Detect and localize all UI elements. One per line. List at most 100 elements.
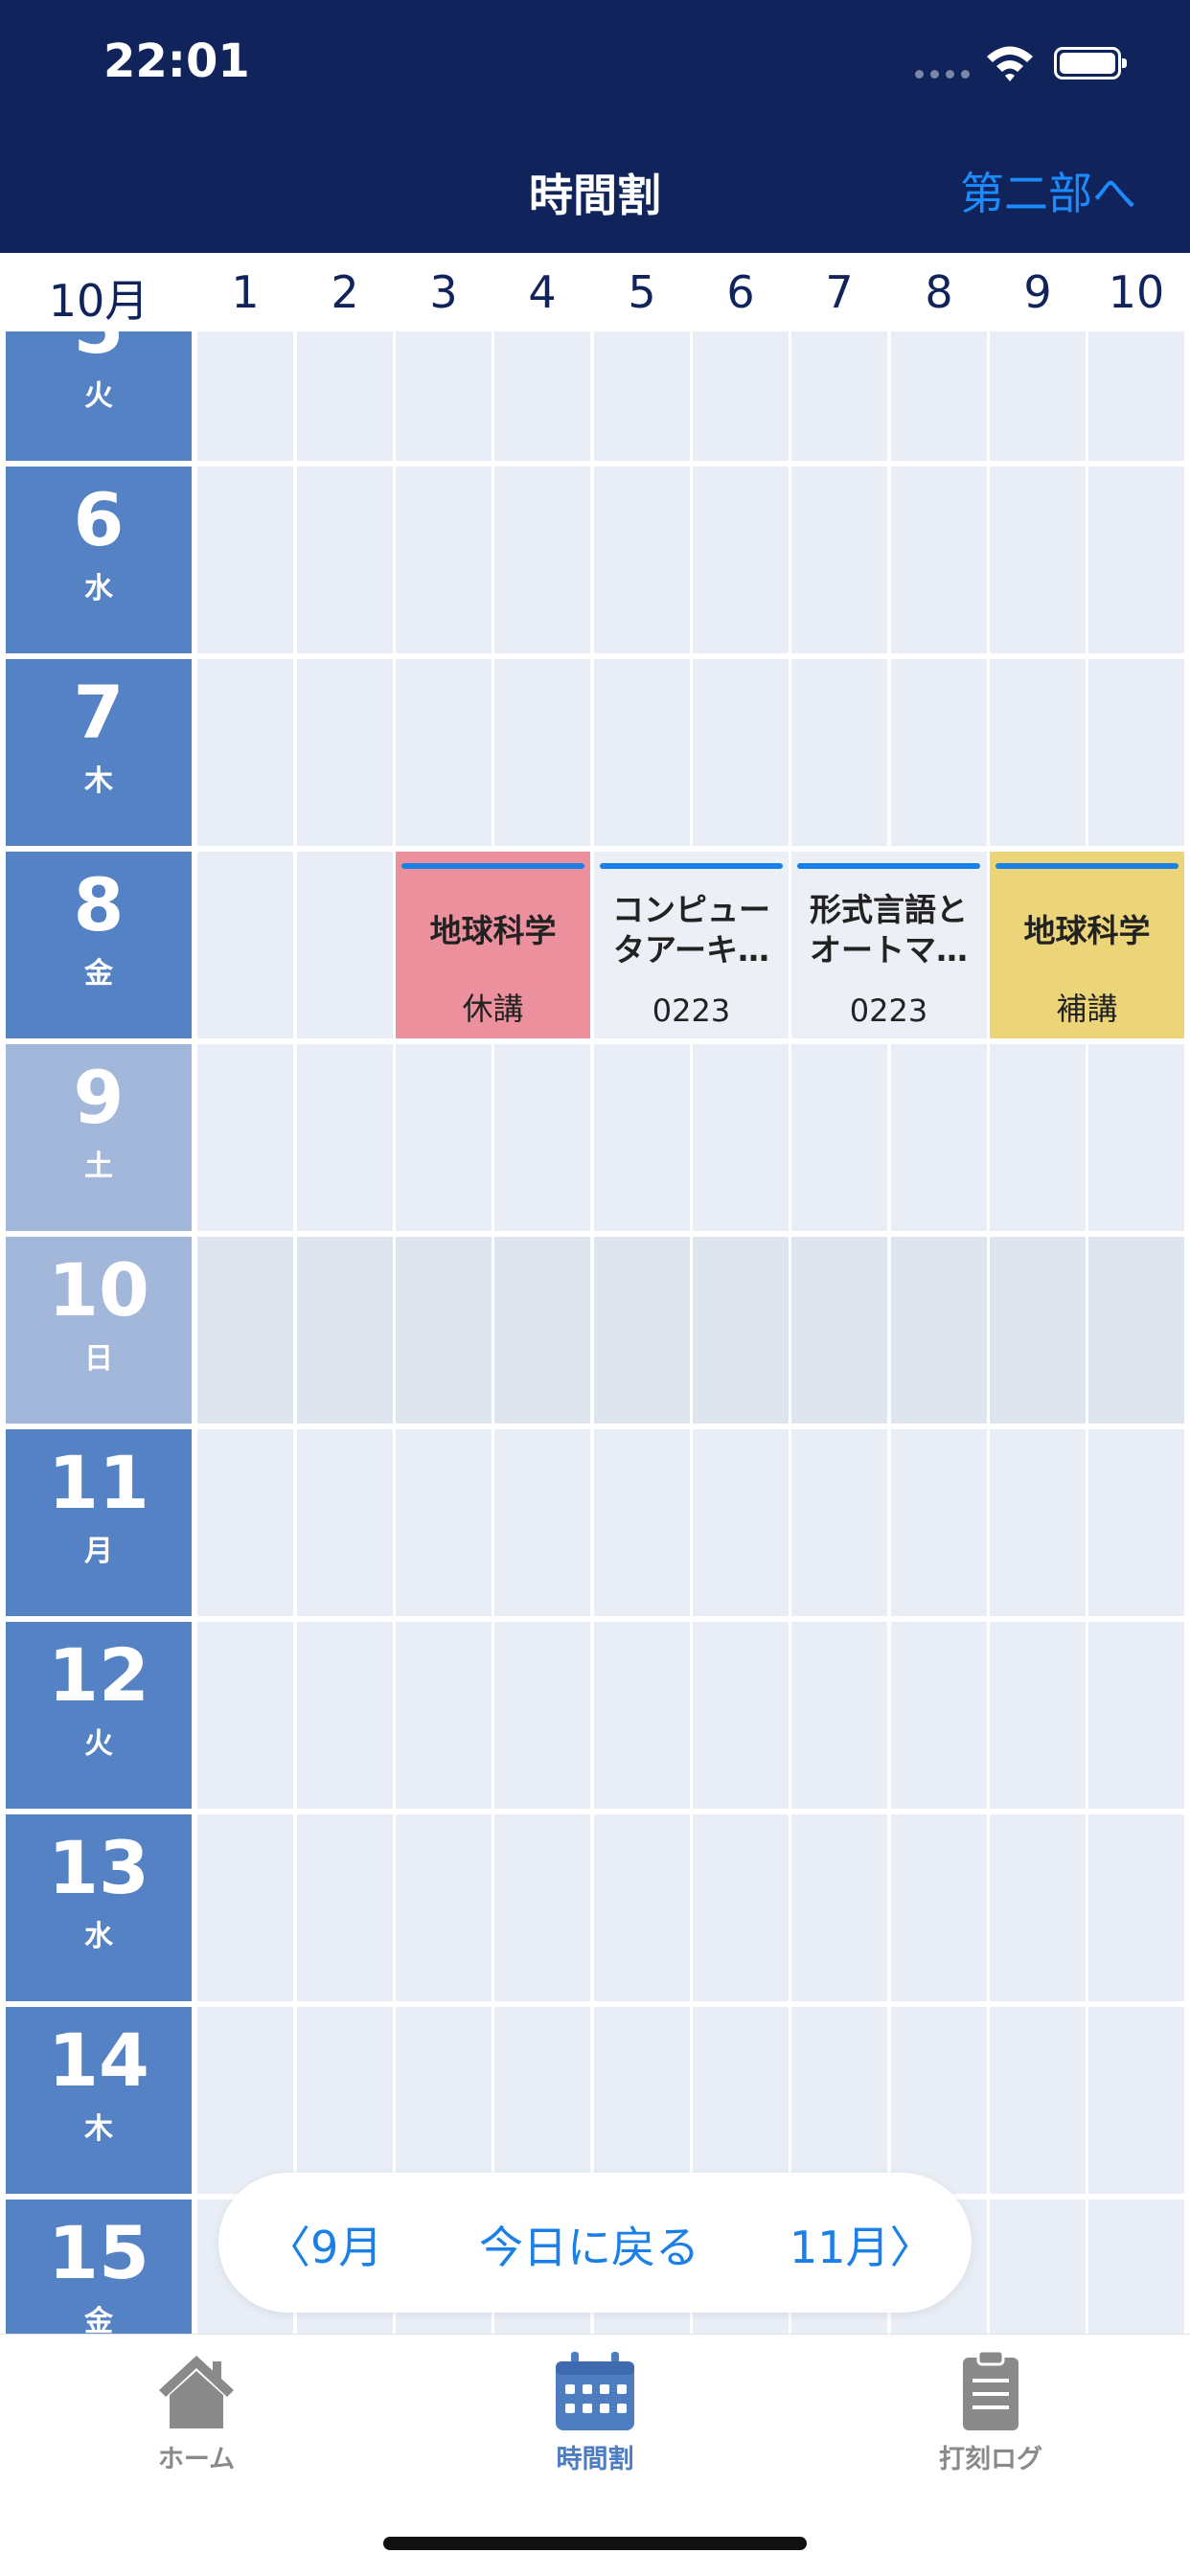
timetable-cell[interactable] [494, 2007, 590, 2194]
timetable-cell[interactable] [197, 2007, 293, 2194]
timetable-cell[interactable] [297, 2007, 393, 2194]
timetable-cell[interactable] [791, 1622, 887, 1809]
timetable-cell[interactable] [891, 1429, 987, 1616]
timetable-cell[interactable] [791, 659, 887, 846]
timetable-cell[interactable] [594, 1429, 690, 1616]
timetable-cell[interactable] [693, 1044, 789, 1231]
tab-home[interactable]: ホーム [53, 2348, 340, 2475]
tab-timetable[interactable]: 時間割 [451, 2348, 739, 2475]
timetable-cell[interactable] [297, 1429, 393, 1616]
timetable-cell[interactable] [693, 1622, 789, 1809]
timetable-cell[interactable] [1088, 1237, 1184, 1424]
timetable-cell[interactable] [297, 1044, 393, 1231]
timetable-cell[interactable] [297, 659, 393, 846]
timetable-cell[interactable] [494, 1814, 590, 2001]
timetable-cell[interactable] [1088, 659, 1184, 846]
timetable-cell[interactable] [1088, 1814, 1184, 2001]
timetable-cell[interactable] [891, 1237, 987, 1424]
timetable-cell[interactable] [594, 659, 690, 846]
timetable-cell[interactable] [1088, 1044, 1184, 1231]
timetable-cell[interactable] [891, 1814, 987, 2001]
timetable-cell[interactable] [693, 467, 789, 653]
timetable-cell[interactable] [594, 1622, 690, 1809]
timetable-cell[interactable] [396, 467, 492, 653]
timetable-cell[interactable] [197, 1622, 293, 1809]
timetable-cell[interactable] [494, 1622, 590, 1809]
timetable-cell[interactable] [891, 1044, 987, 1231]
timetable-cell[interactable] [791, 1814, 887, 2001]
timetable-cell[interactable] [396, 1429, 492, 1616]
timetable-cell[interactable] [197, 467, 293, 653]
timetable-cell[interactable] [494, 467, 590, 653]
timetable-cell[interactable] [396, 1044, 492, 1231]
timetable-cell[interactable] [791, 1237, 887, 1424]
timetable-cell[interactable] [990, 1814, 1086, 2001]
timetable-cell[interactable] [396, 2007, 492, 2194]
course-card[interactable]: 形式言語と オートマ… 0223 [791, 852, 986, 1038]
timetable-cell[interactable] [494, 659, 590, 846]
timetable-cell[interactable] [693, 1429, 789, 1616]
timetable-cell[interactable] [594, 331, 690, 461]
timetable-cell[interactable] [494, 1429, 590, 1616]
timetable-cell[interactable] [891, 2007, 987, 2194]
timetable-cell[interactable] [197, 1429, 293, 1616]
timetable-cell[interactable] [693, 1814, 789, 2001]
timetable-cell[interactable] [990, 2007, 1086, 2194]
timetable-cell[interactable] [197, 1814, 293, 2001]
timetable-cell[interactable] [990, 659, 1086, 846]
course-card[interactable]: 地球科学 休講 [396, 852, 590, 1038]
timetable-cell[interactable] [594, 1814, 690, 2001]
timetable-cell[interactable] [297, 1814, 393, 2001]
timetable-cell[interactable] [494, 331, 590, 461]
timetable-cell[interactable] [990, 1044, 1086, 1231]
timetable-cell[interactable] [693, 1237, 789, 1424]
timetable-cell[interactable] [891, 467, 987, 653]
next-month-button[interactable]: 11月〉 [790, 2213, 934, 2276]
timetable-cell[interactable] [891, 659, 987, 846]
timetable-cell[interactable] [396, 331, 492, 461]
timetable-cell[interactable] [396, 1237, 492, 1424]
timetable-cell[interactable] [197, 659, 293, 846]
timetable-cell[interactable] [297, 1237, 393, 1424]
timetable-cell[interactable] [693, 2007, 789, 2194]
timetable-cell[interactable] [791, 1429, 887, 1616]
timetable-cell[interactable] [297, 467, 393, 653]
timetable-cell[interactable] [594, 2007, 690, 2194]
timetable-cell[interactable] [693, 659, 789, 846]
switch-to-part2-button[interactable]: 第二部へ [960, 159, 1136, 222]
timetable-cell[interactable] [1088, 1622, 1184, 1809]
timetable-cell[interactable] [891, 331, 987, 461]
timetable-cell[interactable] [990, 2200, 1086, 2334]
timetable-cell[interactable] [990, 1237, 1086, 1424]
timetable-cell[interactable] [594, 1237, 690, 1424]
timetable-cell[interactable] [1088, 331, 1184, 461]
timetable-cell[interactable] [791, 1044, 887, 1231]
timetable-cell[interactable] [297, 852, 393, 1038]
timetable-cell[interactable] [197, 852, 293, 1038]
timetable-cell[interactable] [197, 1044, 293, 1231]
timetable-cell[interactable] [396, 659, 492, 846]
timetable-cell[interactable] [1088, 467, 1184, 653]
timetable-cell[interactable] [197, 1237, 293, 1424]
timetable-cell[interactable] [494, 1044, 590, 1231]
timetable-cell[interactable] [1088, 2200, 1184, 2334]
timetable-cell[interactable] [891, 1622, 987, 1809]
timetable-cell[interactable] [791, 331, 887, 461]
timetable-cell[interactable] [396, 1814, 492, 2001]
timetable-cell[interactable] [791, 2007, 887, 2194]
timetable-cell[interactable] [693, 331, 789, 461]
timetable-cell[interactable] [594, 1044, 690, 1231]
timetable-cell[interactable] [791, 467, 887, 653]
timetable-cell[interactable] [990, 467, 1086, 653]
course-card[interactable]: 地球科学 補講 [990, 852, 1184, 1038]
timetable-cell[interactable] [297, 331, 393, 461]
timetable-cell[interactable] [396, 1622, 492, 1809]
timetable-cell[interactable] [990, 331, 1086, 461]
timetable-cell[interactable] [1088, 1429, 1184, 1616]
timetable-cell[interactable] [297, 1622, 393, 1809]
prev-month-button[interactable]: 〈9月 [266, 2213, 382, 2276]
timetable-cell[interactable] [594, 467, 690, 653]
timetable-cell[interactable] [197, 331, 293, 461]
tab-punch-log[interactable]: 打刻ログ [847, 2348, 1134, 2475]
timetable-cell[interactable] [990, 1429, 1086, 1616]
